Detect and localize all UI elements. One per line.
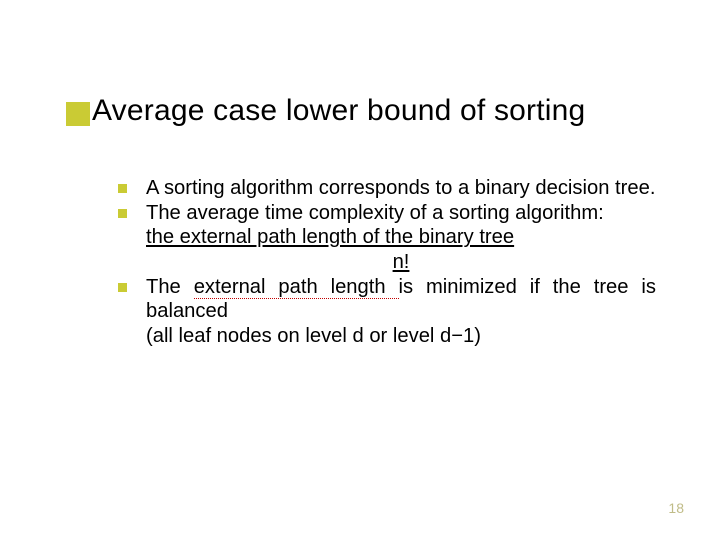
bullet-subline-underline: the external path length of the binary t… bbox=[146, 225, 656, 250]
bullet-paren-line: (all leaf nodes on level d or level d−1) bbox=[146, 324, 656, 349]
bullet-text: The average time complexity of a sorting… bbox=[146, 202, 604, 224]
bullet-list: A sorting algorithm corresponds to a bin… bbox=[118, 176, 656, 348]
slide: Average case lower bound of sorting A so… bbox=[0, 0, 720, 540]
bullet-text-prefix: The bbox=[146, 276, 194, 298]
body-content: A sorting algorithm corresponds to a bin… bbox=[118, 176, 656, 348]
title-block: Average case lower bound of sorting bbox=[66, 94, 585, 128]
list-item: The external path length is minimized if… bbox=[118, 275, 656, 349]
bullet-text: A sorting algorithm corresponds to a bin… bbox=[146, 177, 655, 199]
page-title: Average case lower bound of sorting bbox=[92, 94, 585, 128]
bullet-highlight: external path length bbox=[194, 276, 399, 299]
list-item: A sorting algorithm corresponds to a bin… bbox=[118, 176, 656, 201]
title-accent-square bbox=[66, 102, 90, 126]
page-number: 18 bbox=[668, 500, 684, 516]
bullet-subline-center: n! bbox=[146, 250, 656, 275]
list-item: The average time complexity of a sorting… bbox=[118, 201, 656, 275]
